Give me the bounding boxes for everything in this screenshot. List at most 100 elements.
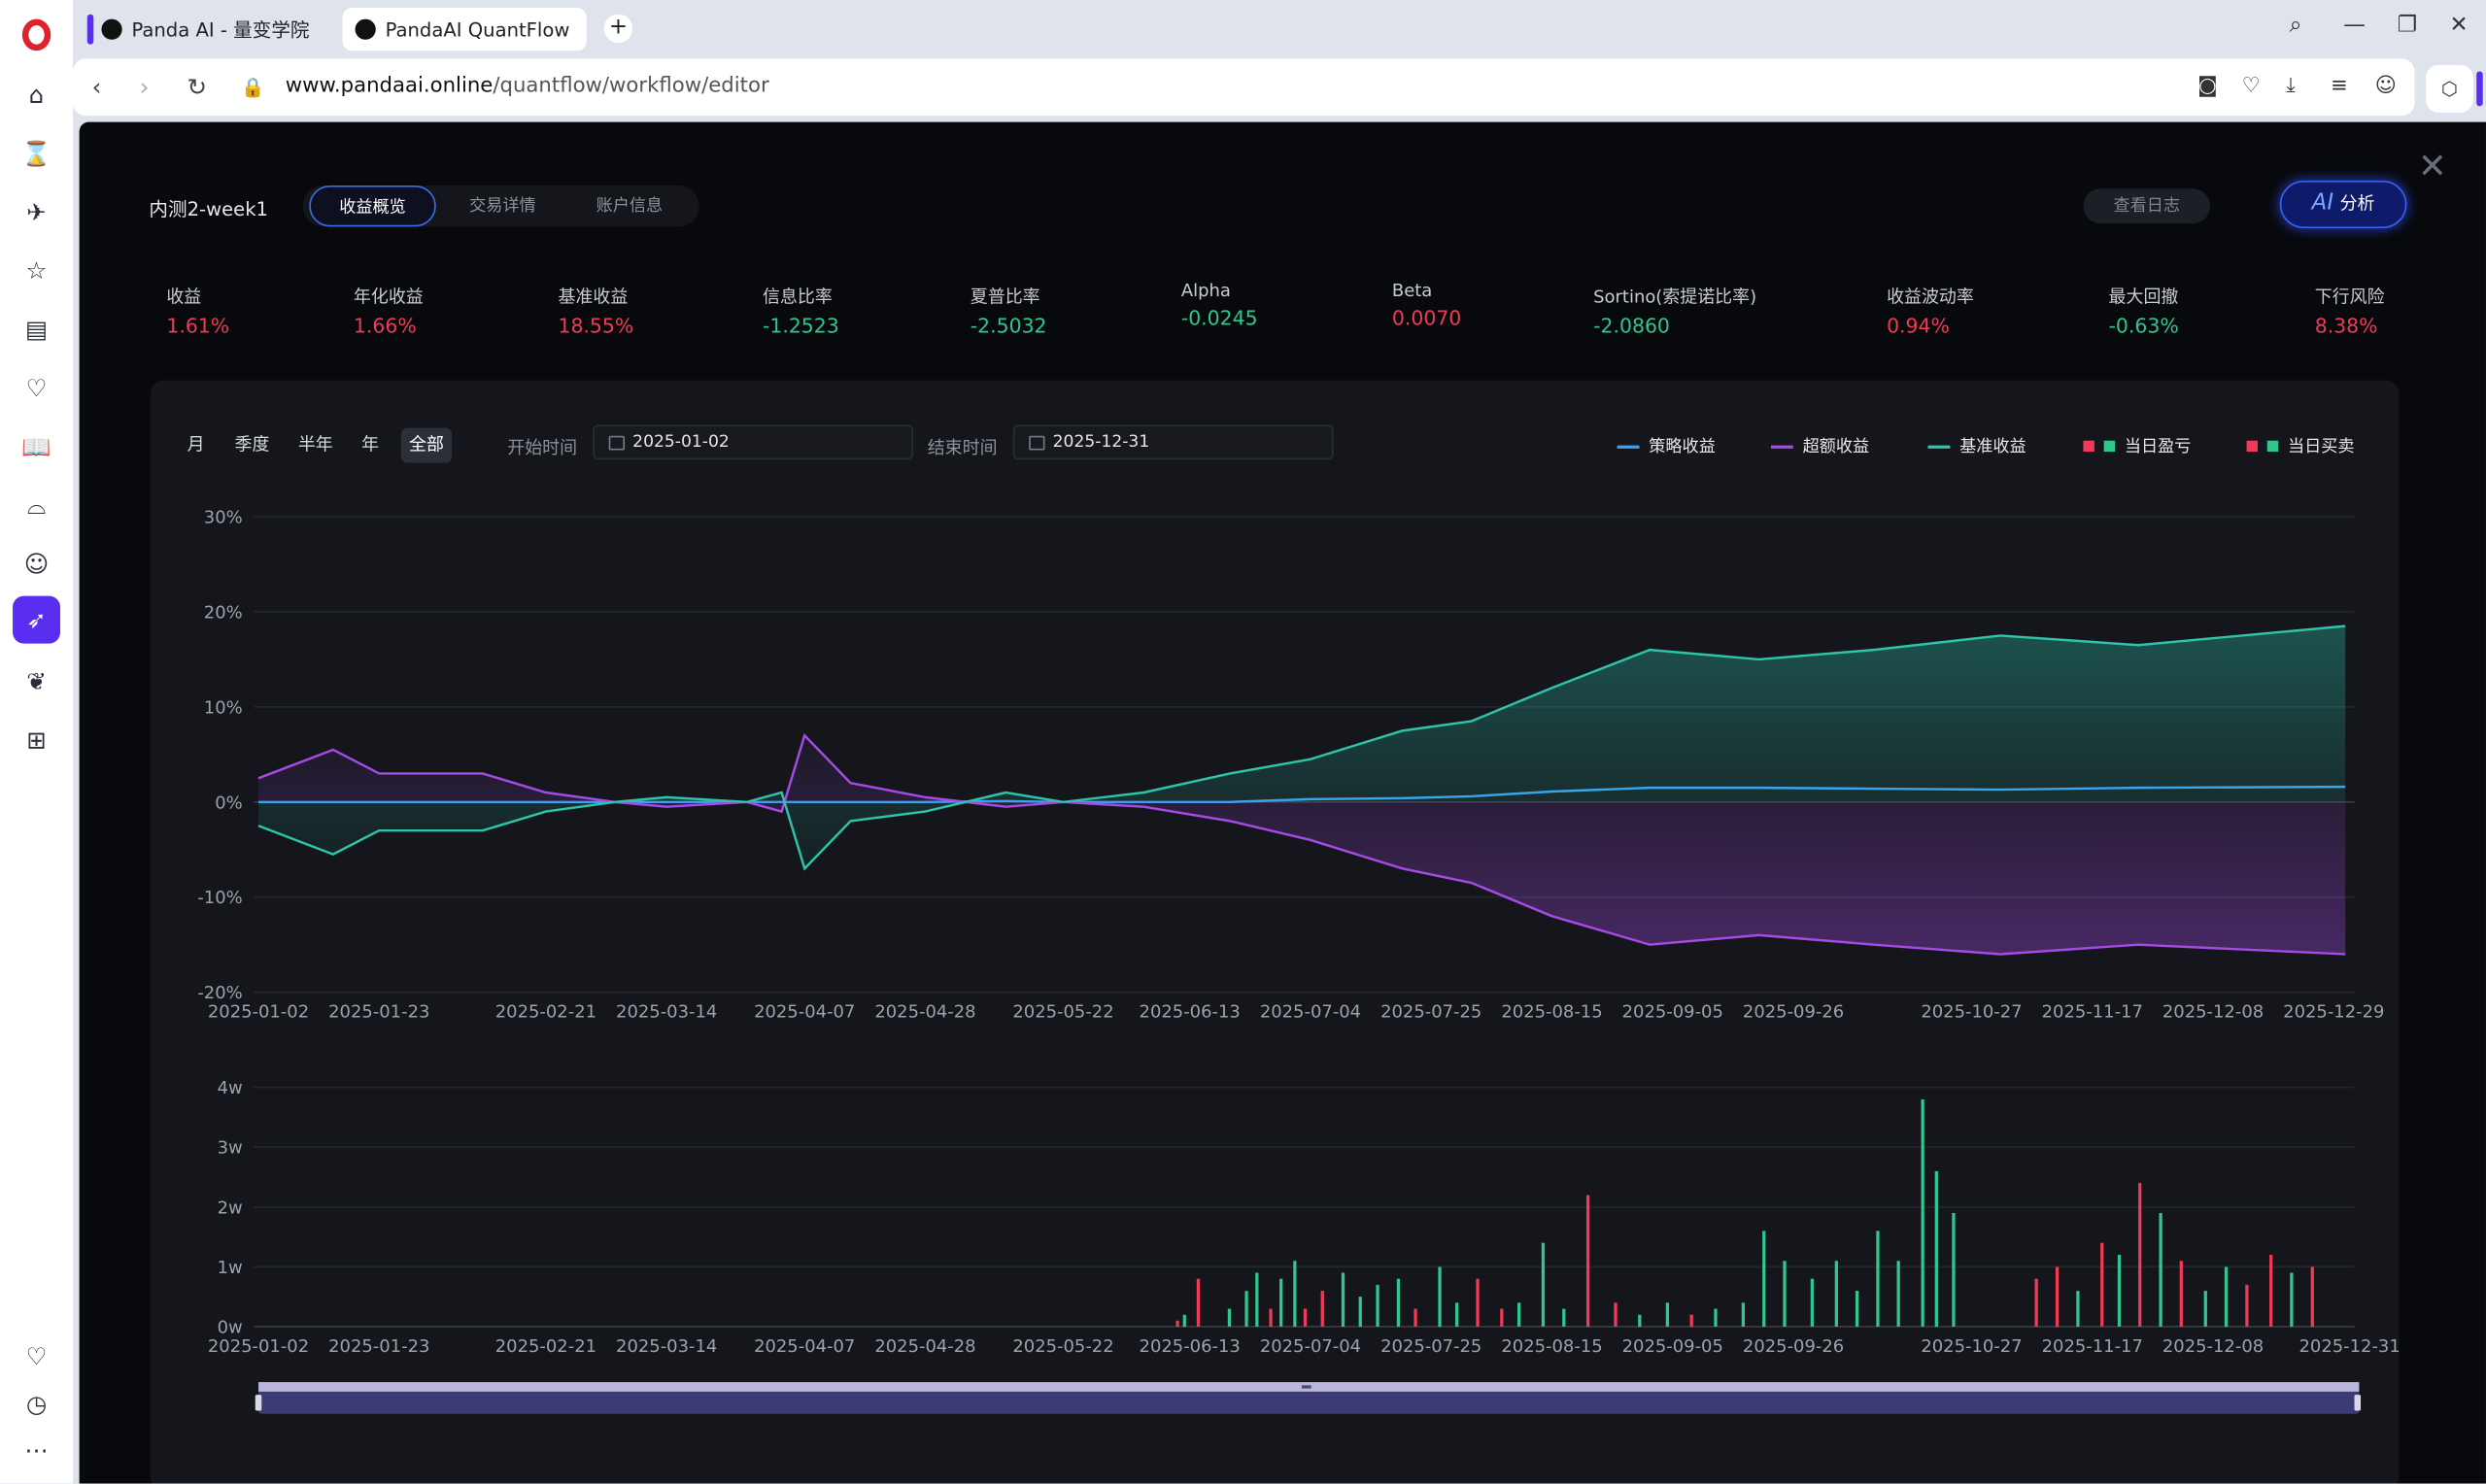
profile-icon[interactable]: ☺ [2375,75,2397,98]
reload-icon[interactable]: ↻ [187,73,208,101]
bar [1244,1291,1248,1327]
metric-label: 基准收益 [558,287,629,308]
extensions-cube-icon[interactable]: ⬡ [2425,64,2483,113]
metric-label: Sortino(索提诺比率) [1593,287,1757,308]
metric-value: -2.0860 [1593,314,1670,338]
bar [1810,1278,1815,1327]
minimize-icon[interactable]: — [2343,13,2366,38]
y-tick-label: 4w [218,1078,243,1098]
x-tick-label: 2025-01-02 [208,1002,309,1023]
y-tick-label: -20% [197,983,242,1003]
y-tick-label: 20% [204,602,243,623]
metric-label: 年化收益 [353,287,424,308]
opera-logo-icon[interactable] [21,18,51,51]
y-tick-label: 1w [218,1258,243,1278]
chart-panel: 月季度 半年年全部 开始时间 2025-01-02 结束时间 2025-12-31… [151,380,2400,1484]
home-icon[interactable]: ⌂ [20,80,52,112]
browser-tab[interactable]: Panda AI - 量变学院 [86,8,329,51]
bar [1541,1242,1546,1327]
x-tick-label: 2025-07-04 [1260,1336,1361,1357]
bar [2055,1266,2060,1328]
x-tick-label: 2025-01-02 [208,1336,309,1357]
metric-item: 信息比率 -1.2523 [763,284,839,337]
new-tab-button[interactable]: + [603,14,633,44]
metric-value: -1.2523 [762,314,839,338]
bar [1476,1278,1480,1327]
tab-overview[interactable]: 收益概览 [309,185,436,227]
bar [1396,1278,1401,1327]
bar [1413,1308,1417,1327]
hourglass-icon[interactable]: ⌛ [20,138,52,170]
x-tick-label: 2025-04-07 [754,1336,855,1357]
y-tick-label: 3w [218,1138,243,1159]
address-bar[interactable]: ‹ › ↻ 🔒 www.pandaai.online/quantflow/wor… [73,58,2415,117]
x-tick-label: 2025-04-28 [874,1002,975,1023]
browser-tab-active[interactable]: PandaAI QuantFlow [342,8,587,51]
bowl-icon[interactable]: ⌓ [20,489,52,522]
heart-icon[interactable]: ♡ [20,373,52,405]
metric-label: Alpha [1180,280,1231,302]
bar [1182,1314,1186,1328]
x-tick-label: 2025-07-25 [1380,1336,1481,1357]
ai-analysis-button[interactable]: AI 分析 [2279,181,2407,229]
star-icon[interactable]: ☆ [20,255,52,287]
close-icon[interactable]: ✕ [2418,148,2447,187]
panda-favicon-icon [355,18,376,40]
y-tick-label: 30% [204,508,243,528]
history-icon[interactable]: ◷ [20,1389,52,1421]
view-log-button[interactable]: 查看日志 [2083,188,2211,224]
x-tick-label: 2025-09-05 [1622,1002,1723,1023]
bar [1762,1231,1766,1327]
forward-icon[interactable]: › [140,73,150,101]
search-tabs-icon[interactable]: ⌕ [2290,13,2302,38]
x-tick-label: 2025-06-13 [1140,1336,1241,1357]
metric-value: -2.5032 [970,314,1047,338]
emoji-icon[interactable]: ☺ [20,549,52,581]
url-text[interactable]: www.pandaai.online/quantflow/workflow/ed… [286,75,769,98]
backtest-modal: ✕ 内测2-week1 收益概览 交易详情 账户信息 查看日志 AI 分析 收益 1… [79,121,2486,1484]
bar [1783,1261,1787,1327]
metric-label: 收益波动率 [1887,287,1974,308]
bar [1585,1195,1590,1328]
gamepad-icon[interactable]: ⊞ [20,725,52,757]
tab-account-info[interactable]: 账户信息 [566,186,694,226]
bar [1255,1272,1259,1327]
x-tick-label: 2025-02-21 [495,1002,596,1023]
page-title: 内测2-week1 [149,198,269,220]
favorites-icon[interactable]: ♡ [20,1341,52,1373]
download-icon[interactable]: ⤓ [2286,75,2295,98]
returns-chart: 30%20%10%0%-10%-20%2025-01-02 2025-01-23 2… [197,508,2399,1414]
tab-trade-details[interactable]: 交易详情 [439,186,566,226]
x-tick-label: 2025-02-21 [495,1336,596,1357]
back-icon[interactable]: ‹ [92,73,102,101]
leaf-icon[interactable]: ❦ [20,665,52,697]
url-path: /quantflow/workflow/editor [493,74,769,99]
bar [2100,1242,2104,1327]
bar [1834,1261,1838,1327]
book-icon[interactable]: 📖 [20,431,52,463]
airplane-icon[interactable]: ✈ [20,196,52,228]
more-icon[interactable]: ⋯ [20,1434,52,1467]
lock-icon: 🔒 [241,76,265,99]
notes-icon[interactable]: ▤ [20,314,52,346]
x-tick-label: 2025-07-25 [1380,1002,1481,1023]
window-close-icon[interactable]: ✕ [2449,13,2468,38]
restore-icon[interactable]: ❐ [2398,13,2418,38]
bar [1952,1212,1956,1327]
heart-icon[interactable]: ♡ [2242,75,2261,98]
menu-lines-icon[interactable]: ≡ [2331,75,2348,98]
rocket-icon[interactable]: ➶ [13,595,61,644]
metric-value: 1.66% [353,314,417,338]
camera-icon[interactable]: ◙ [2197,75,2218,98]
metric-value: -0.63% [2108,314,2179,338]
bar [1741,1302,1746,1327]
tab-title: Panda AI - 量变学院 [131,18,310,42]
y-tick-label: -10% [197,888,242,908]
y-tick-label: 10% [204,697,243,718]
metric-item: 夏普比率 -2.5032 [971,284,1047,337]
metric-label: 下行风险 [2314,287,2385,308]
metric-item: Alpha -0.0245 [1181,281,1258,330]
tab-title: PandaAI QuantFlow [385,17,570,41]
x-tick-label: 2025-12-08 [2162,1002,2264,1023]
x-tick-label: 2025-12-08 [2162,1336,2264,1357]
